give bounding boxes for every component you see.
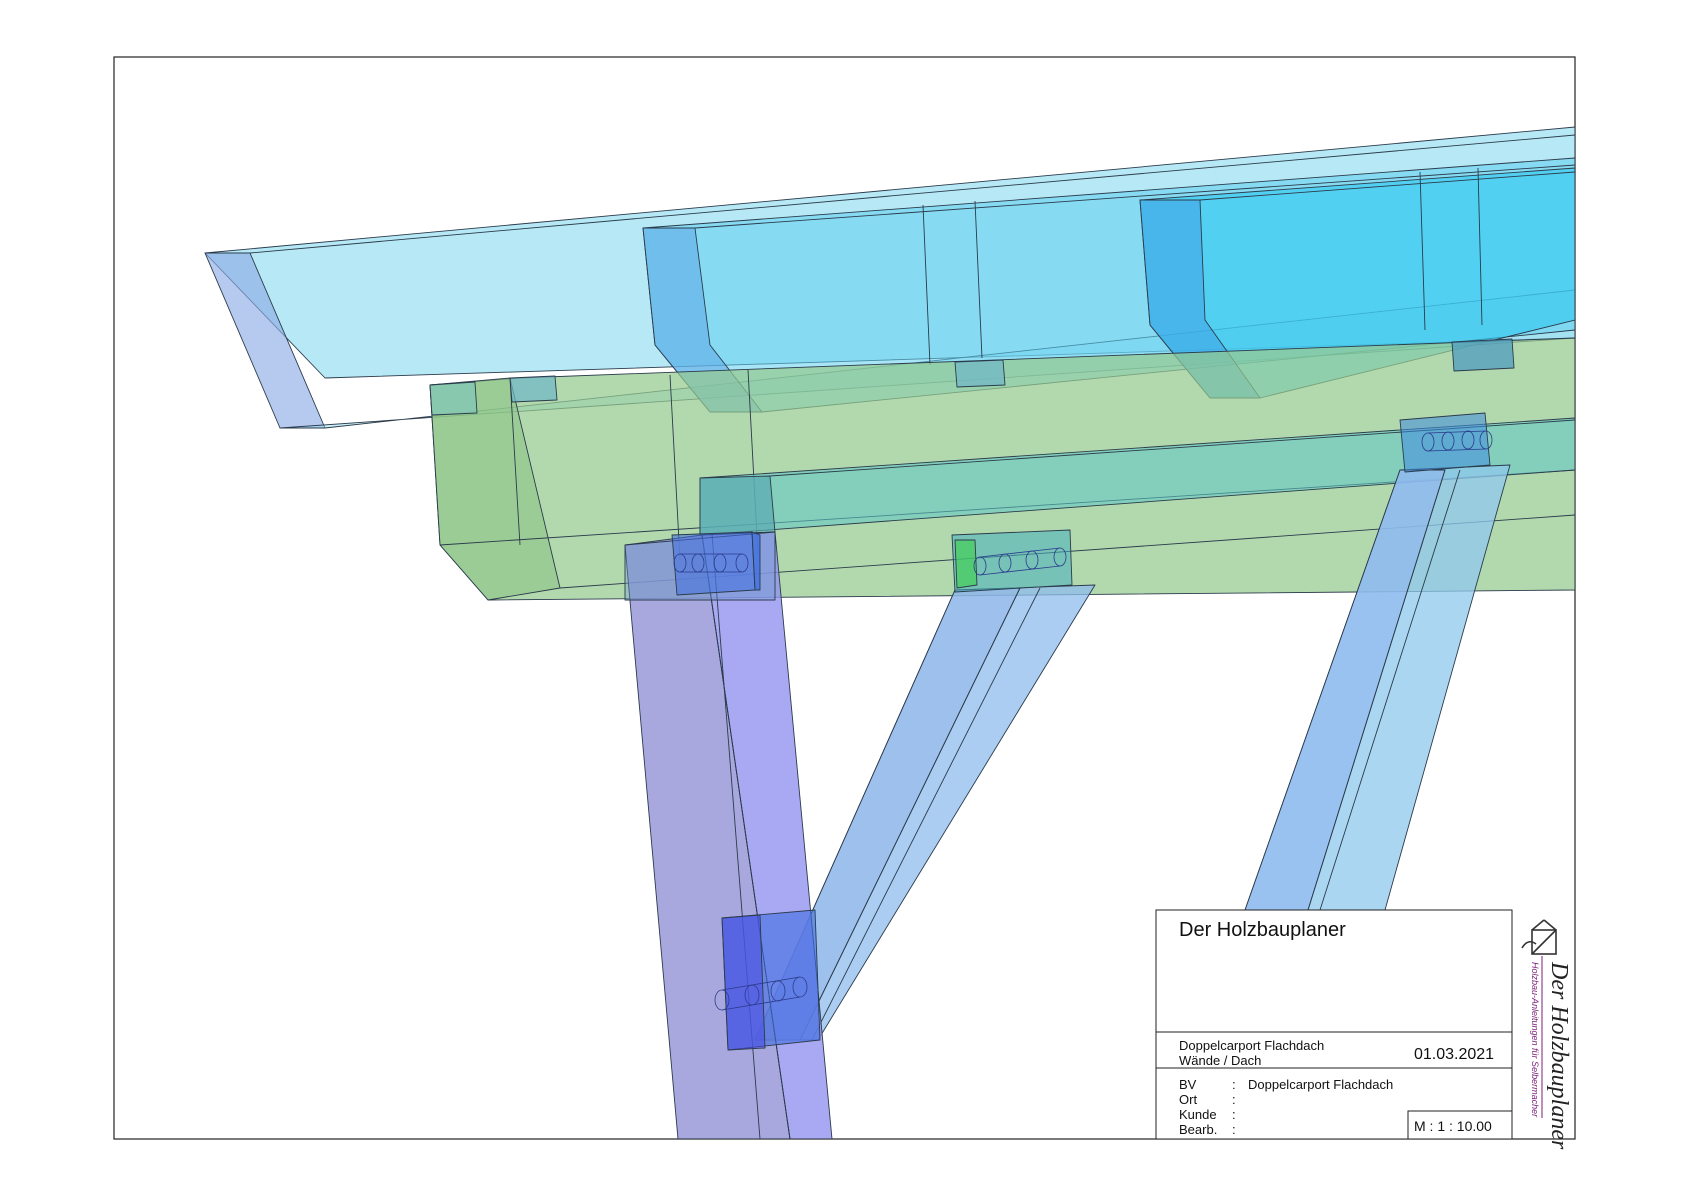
connector-brace-right-top (1399, 412, 1493, 473)
field-label-bearb: Bearb. (1179, 1122, 1217, 1137)
field-sep-ort: : (1232, 1092, 1236, 1107)
field-label-bv: BV (1179, 1077, 1197, 1092)
drawing-scale: M : 1 : 10.00 (1414, 1118, 1492, 1134)
field-sep-bv: : (1232, 1077, 1236, 1092)
connector-brace-post (714, 909, 821, 1051)
company-name: Der Holzbauplaner (1179, 919, 1346, 941)
project-name: Doppelcarport Flachdach (1179, 1038, 1324, 1053)
field-sep-kunde: : (1232, 1107, 1236, 1122)
technical-drawing-sheet: Der Holzbauplaner Doppelcarport Flachdac… (113, 56, 1576, 1150)
title-block: Der Holzbauplaner Doppelcarport Flachdac… (1155, 909, 1513, 1140)
drawing-date: 01.03.2021 (1414, 1046, 1494, 1063)
logo-name: Der Holzbauplaner (1546, 961, 1572, 1150)
drawing-subject: Wände / Dach (1179, 1053, 1261, 1068)
logo-tagline: Holzbau-Anleitungen für Selbermacher (1530, 962, 1540, 1118)
connector-post-top (671, 531, 761, 596)
field-value-bv: Doppelcarport Flachdach (1248, 1077, 1393, 1092)
field-sep-bearb: : (1232, 1122, 1236, 1137)
field-label-kunde: Kunde (1179, 1107, 1217, 1122)
connector-brace-left-top (951, 529, 1073, 593)
field-label-ort: Ort (1179, 1092, 1197, 1107)
